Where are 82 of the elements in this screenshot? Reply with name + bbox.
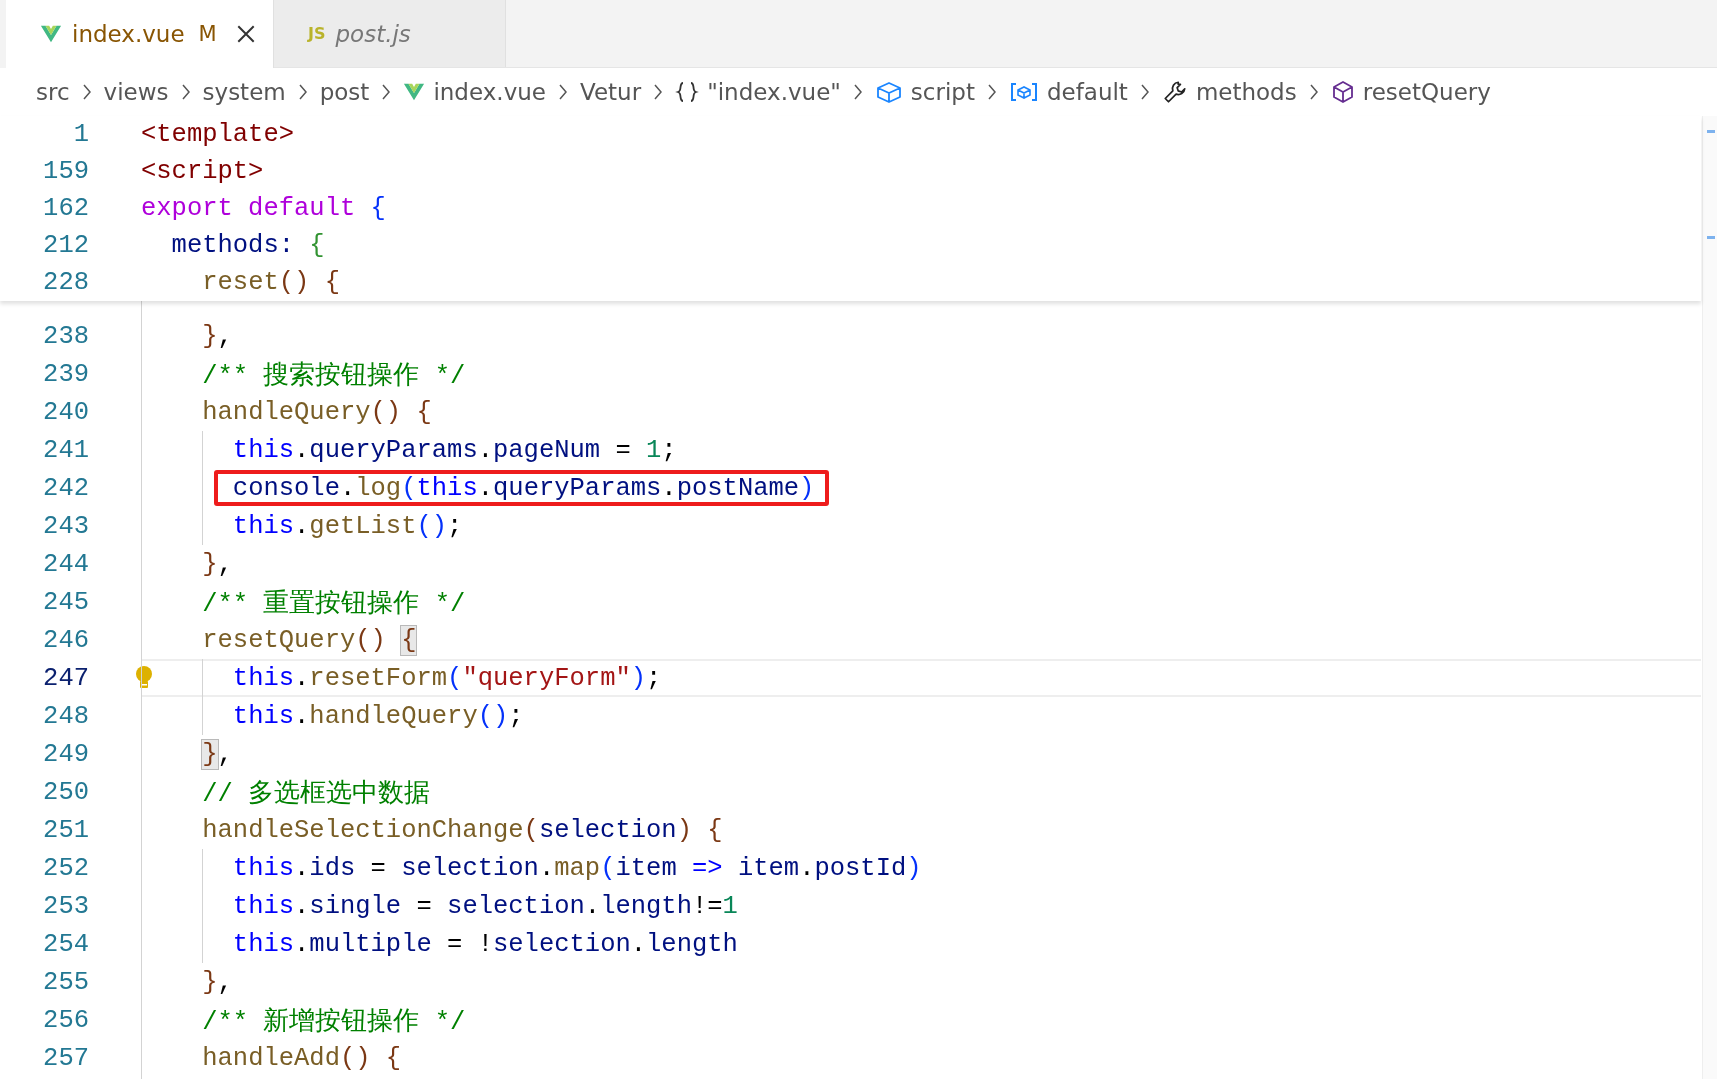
line-number: 250 — [42, 777, 89, 807]
line-number: 242 — [42, 473, 89, 503]
breadcrumb-item[interactable]: views — [103, 79, 169, 105]
editor-tab[interactable]: JS post.js — [274, 0, 506, 67]
namespace-icon — [1008, 81, 1039, 103]
chevron-icon — [986, 84, 997, 100]
code-line: }, — [202, 549, 233, 579]
lightbulb-icon[interactable] — [134, 665, 154, 691]
breadcrumb-item[interactable]: Vetur — [579, 79, 642, 105]
cube-icon — [1330, 80, 1355, 104]
code-line: this.handleQuery(); — [232, 701, 524, 731]
line-number: 249 — [42, 739, 89, 769]
code-line: this.ids = selection.map(item => item.postId) — [232, 853, 922, 883]
line-number: 228 — [42, 268, 89, 297]
chevron-icon — [653, 84, 664, 100]
line-number: 240 — [42, 397, 89, 427]
line-number: 246 — [42, 625, 89, 655]
chevron-icon — [381, 84, 392, 100]
breadcrumb-item[interactable]: "index.vue" — [707, 79, 841, 105]
chevron-icon — [1308, 84, 1319, 100]
code-line: handleAdd() { — [202, 1043, 402, 1073]
code-line: methods: { — [171, 231, 325, 260]
line-number: 239 — [42, 359, 89, 389]
code-line: handleSelectionChange(selection) { — [202, 815, 723, 845]
chevron-icon — [297, 84, 308, 100]
code-line: /** 搜索按钮操作 */ — [202, 360, 466, 392]
vue-logo-icon — [403, 82, 426, 102]
breadcrumb-item[interactable]: default — [1046, 79, 1128, 105]
chevron-icon — [81, 84, 92, 100]
code-line: this.single = selection.length!=1 — [232, 891, 738, 921]
line-number: 248 — [42, 701, 89, 731]
line-number: 1 — [72, 120, 89, 149]
line-number: 159 — [42, 157, 89, 186]
code-line: this.multiple = !selection.length — [232, 929, 738, 959]
code-line: handleQuery() { — [202, 397, 432, 427]
line-number: 253 — [42, 891, 89, 921]
box-icon — [874, 80, 903, 104]
line-number: 254 — [42, 929, 89, 959]
line-number: 162 — [42, 194, 89, 223]
line-number: 238 — [42, 321, 89, 351]
code-line: }, — [202, 321, 233, 351]
line-number: 241 — [42, 435, 89, 465]
code-line: }, — [202, 967, 233, 997]
code-line: this.resetForm("queryForm"); — [232, 663, 662, 693]
chevron-icon — [180, 84, 191, 100]
vue-logo-icon — [40, 24, 62, 44]
breadcrumb-item[interactable]: post — [319, 79, 370, 105]
wrench-icon — [1161, 79, 1188, 105]
scrollbar[interactable] — [1702, 116, 1717, 1079]
line-number: 257 — [42, 1043, 89, 1073]
breadcrumb-item[interactable]: src — [36, 79, 70, 105]
breadcrumb-item[interactable]: index.vue — [433, 79, 546, 105]
code-line: reset() { — [202, 268, 340, 297]
code-line: <template> — [141, 120, 295, 149]
code-line: this.queryParams.pageNum = 1; — [232, 435, 677, 465]
chevron-icon — [852, 84, 863, 100]
braces-icon — [675, 80, 700, 104]
editor-tab[interactable]: index.vue M — [0, 0, 274, 68]
breadcrumb-item[interactable]: resetQuery — [1362, 79, 1491, 105]
chevron-icon — [557, 84, 568, 100]
code-line: /** 重置按钮操作 */ — [202, 588, 466, 620]
line-number: 212 — [42, 231, 89, 260]
js-file-icon: JS — [308, 24, 326, 43]
code-line: <script> — [141, 157, 264, 186]
line-number: 247 — [42, 663, 89, 693]
code-line: /** 新增按钮操作 */ — [202, 1006, 466, 1038]
line-number: 256 — [42, 1005, 89, 1035]
line-number: 244 — [42, 549, 89, 579]
chevron-icon — [1139, 84, 1150, 100]
breadcrumb-item[interactable]: script — [910, 79, 975, 105]
code-line: this.getList(); — [232, 511, 463, 541]
code-line: console.log(this.queryParams.postName) — [232, 473, 815, 503]
breadcrumb-item[interactable]: system — [202, 79, 286, 105]
code-line: export default { — [141, 194, 386, 223]
line-number: 255 — [42, 967, 89, 997]
code-line: resetQuery() { — [202, 625, 417, 655]
line-number: 252 — [42, 853, 89, 883]
line-number: 243 — [42, 511, 89, 541]
breadcrumb-item[interactable]: methods — [1195, 79, 1297, 105]
line-number: 245 — [42, 587, 89, 617]
line-number: 251 — [42, 815, 89, 845]
code-line: // 多选框选中数据 — [202, 778, 431, 810]
